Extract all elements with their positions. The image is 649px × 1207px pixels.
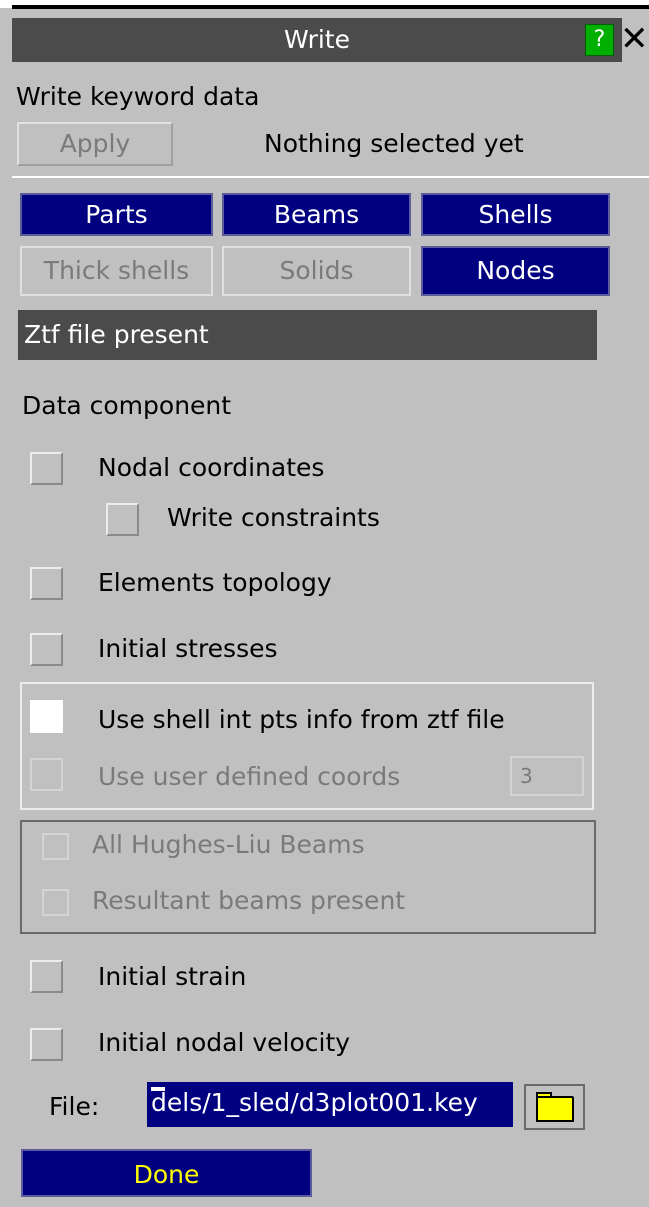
help-icon[interactable]: ? <box>585 24 614 56</box>
write-keyword-data-label: Write keyword data <box>16 82 260 111</box>
shells-button[interactable]: Shells <box>421 193 610 236</box>
window-title: Write <box>283 25 350 54</box>
beams-button[interactable]: Beams <box>222 193 411 236</box>
nodes-button[interactable]: Nodes <box>421 246 610 296</box>
solids-button[interactable]: Solids <box>222 246 411 296</box>
file-label: File: <box>49 1092 100 1121</box>
window-top-border <box>12 5 649 9</box>
title-bar: Write <box>12 18 622 62</box>
elements-topology-label: Elements topology <box>98 568 332 597</box>
close-icon[interactable]: ✕ <box>620 20 649 58</box>
ztf-section-header: Ztf file present <box>18 310 597 360</box>
write-constraints-label: Write constraints <box>167 503 380 532</box>
text-cursor <box>151 1087 165 1091</box>
initial-strain-label: Initial strain <box>98 962 247 991</box>
initial-strain-checkbox[interactable] <box>30 960 63 993</box>
done-button[interactable]: Done <box>21 1149 312 1197</box>
parts-button[interactable]: Parts <box>20 193 213 236</box>
file-path-input[interactable]: dels/1_sled/d3plot001.key <box>147 1082 513 1127</box>
resultant-beams-label: Resultant beams present <box>92 886 406 915</box>
initial-stresses-label: Initial stresses <box>98 634 278 663</box>
selection-status: Nothing selected yet <box>264 129 524 158</box>
all-hughes-liu-label: All Hughes-Liu Beams <box>92 830 365 859</box>
ztf-section-title: Ztf file present <box>24 320 209 349</box>
thick-shells-button[interactable]: Thick shells <box>20 246 213 296</box>
use-user-defined-coords-checkbox[interactable] <box>30 758 63 791</box>
all-hughes-liu-checkbox[interactable] <box>42 833 69 860</box>
divider <box>12 176 649 178</box>
use-shell-int-pts-label: Use shell int pts info from ztf file <box>98 705 505 734</box>
use-shell-int-pts-checkbox[interactable] <box>30 700 63 733</box>
write-constraints-checkbox[interactable] <box>106 503 139 536</box>
resultant-beams-checkbox[interactable] <box>42 889 69 916</box>
initial-nodal-velocity-checkbox[interactable] <box>30 1028 63 1061</box>
nodal-coordinates-label: Nodal coordinates <box>98 453 325 482</box>
browse-folder-button[interactable] <box>524 1084 585 1130</box>
nodal-coordinates-checkbox[interactable] <box>30 452 63 485</box>
initial-stresses-checkbox[interactable] <box>30 633 63 666</box>
apply-button[interactable]: Apply <box>17 122 173 166</box>
data-component-label: Data component <box>22 391 232 420</box>
use-user-defined-coords-label: Use user defined coords <box>98 762 401 791</box>
elements-topology-checkbox[interactable] <box>30 567 63 600</box>
user-coords-input[interactable]: 3 <box>510 756 584 796</box>
initial-nodal-velocity-label: Initial nodal velocity <box>98 1028 351 1057</box>
folder-icon <box>536 1096 574 1122</box>
